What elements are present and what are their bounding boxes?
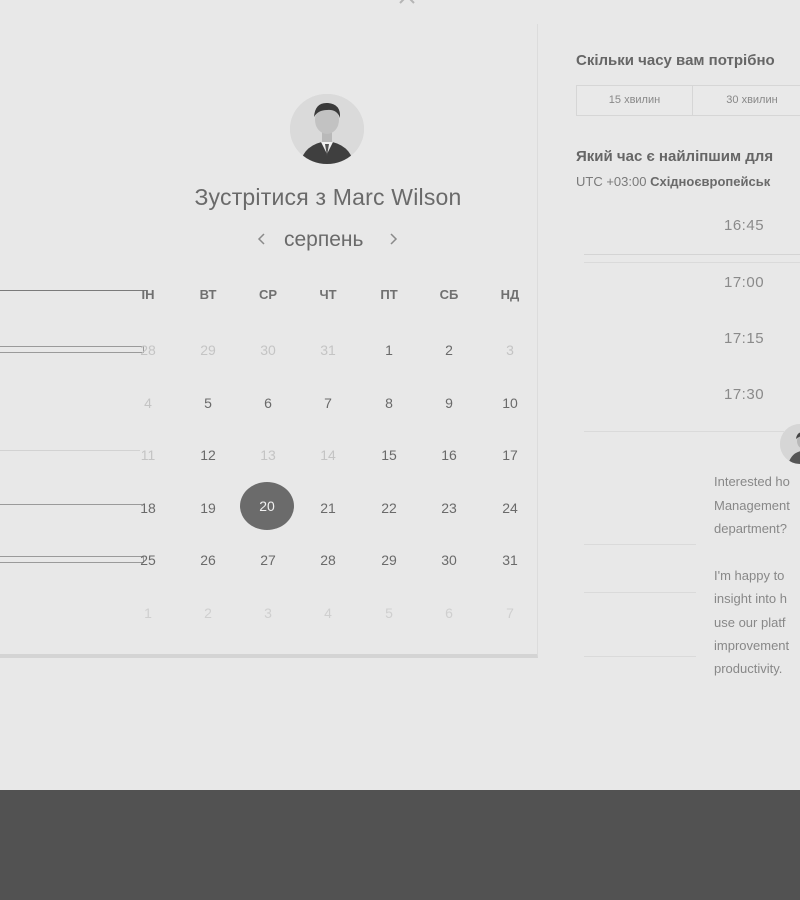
sidebar-divider — [0, 290, 146, 291]
time-slot-label: 16:45 — [724, 217, 765, 234]
duration-title: Скільки часу вам потрібно — [576, 52, 775, 69]
calendar-day: 14 — [320, 447, 336, 463]
calendar-day[interactable]: 29 — [369, 552, 409, 568]
chat-avatar-icon[interactable] — [780, 424, 800, 464]
chat-message-line: Management — [714, 498, 790, 513]
calendar-day[interactable]: 28 — [308, 552, 348, 568]
time-slot-label: 17:30 — [724, 386, 765, 403]
chat-message-line: productivity. — [714, 661, 783, 676]
time-slot-label: 17:15 — [724, 330, 765, 347]
chat-message-line: use our platf — [714, 615, 786, 630]
calendar-day[interactable]: 30 — [429, 552, 469, 568]
tab-15-min[interactable]: 15 хвилин — [577, 86, 693, 115]
calendar-day[interactable]: 26 — [188, 552, 228, 568]
calendar-day: 1 — [144, 605, 152, 621]
month-label: серпень — [284, 228, 364, 251]
sidebar-divider — [0, 504, 142, 505]
duration-tabs: 15 хвилин 30 хвилин — [576, 85, 800, 116]
slot-divider — [584, 544, 696, 545]
chat-message-line: improvement — [714, 638, 790, 653]
calendar-day: 2 — [204, 605, 212, 621]
calendar-day-selected[interactable]: 20 — [247, 498, 287, 514]
calendar-day[interactable]: 5 — [188, 395, 228, 411]
chevron-up-icon — [399, 0, 415, 4]
calendar-day: 5 — [385, 605, 393, 621]
calendar-day[interactable]: 15 — [369, 447, 409, 463]
weekday-sun: НД — [500, 287, 520, 302]
calendar-day[interactable]: 7 — [308, 395, 348, 411]
chat-message-line: department? — [714, 521, 787, 536]
calendar-day: 30 — [260, 342, 276, 358]
calendar-day[interactable]: 23 — [429, 500, 469, 516]
calendar-day: 6 — [445, 605, 453, 621]
chevron-right-icon[interactable] — [387, 229, 401, 249]
calendar-day[interactable]: 16 — [429, 447, 469, 463]
calendar-day: 28 — [140, 342, 156, 358]
timezone-offset: UTC +03:00 — [576, 174, 647, 189]
time-slot[interactable]: 17:15 — [584, 316, 800, 368]
calendar-day[interactable]: 1 — [369, 342, 409, 358]
slot-divider — [584, 431, 784, 432]
calendar-day[interactable]: 10 — [490, 395, 530, 411]
person-avatar-icon — [290, 94, 364, 164]
calendar-day[interactable]: 8 — [369, 395, 409, 411]
calendar-day[interactable]: 6 — [248, 395, 288, 411]
page-footer-band — [0, 790, 800, 900]
chat-message-line: Interested ho — [714, 474, 790, 489]
month-navigation: серпень — [250, 228, 410, 254]
time-title: Який час є найліпшим для — [576, 148, 774, 165]
page-root: Зустрітися з Marc Wilson серпень ІН ВТ С… — [0, 0, 800, 790]
calendar-day: 3 — [264, 605, 272, 621]
calendar-day: 4 — [324, 605, 332, 621]
calendar-day: 29 — [200, 342, 216, 358]
calendar-day: 4 — [144, 395, 152, 411]
slot-divider — [584, 656, 696, 657]
time-slot[interactable]: 17:00 — [584, 260, 800, 312]
sidebar-divider — [0, 450, 140, 451]
calendar-day[interactable]: 18 — [128, 500, 168, 516]
timezone-name: Східноєвропейськ — [650, 174, 771, 189]
calendar-day[interactable]: 21 — [308, 500, 348, 516]
weekday-thu: ЧТ — [319, 287, 337, 302]
weekday-fri: ПТ — [380, 287, 398, 302]
time-slot[interactable]: 17:30 — [584, 372, 800, 424]
calendar-day[interactable]: 9 — [429, 395, 469, 411]
calendar-day[interactable]: 12 — [188, 447, 228, 463]
calendar-day[interactable]: 27 — [248, 552, 288, 568]
calendar-day[interactable]: 31 — [490, 552, 530, 568]
calendar-day[interactable]: 17 — [490, 447, 530, 463]
calendar-day[interactable]: 25 — [128, 552, 168, 568]
time-slot[interactable]: 16:45 — [584, 203, 800, 255]
chevron-left-icon[interactable] — [254, 229, 268, 249]
calendar-day: 11 — [140, 447, 156, 463]
calendar-day[interactable]: 19 — [188, 500, 228, 516]
weekday-mon: ІН — [141, 287, 155, 302]
calendar-day: 31 — [320, 342, 336, 358]
time-slot-label: 17:00 — [724, 274, 765, 291]
calendar-day: 13 — [260, 447, 276, 463]
weekday-tue: ВТ — [199, 287, 217, 302]
calendar-day: 3 — [506, 342, 514, 358]
weekday-wed: СР — [258, 287, 278, 302]
sidebar-progress-bar — [0, 346, 144, 353]
sidebar-progress-bar — [0, 556, 144, 563]
calendar-day[interactable]: 24 — [490, 500, 530, 516]
calendar-day[interactable]: 22 — [369, 500, 409, 516]
calendar-day[interactable]: 2 — [429, 342, 469, 358]
slot-divider — [584, 592, 696, 593]
calendar-day: 7 — [506, 605, 514, 621]
time-selection-panel: Скільки часу вам потрібно 15 хвилин 30 х… — [540, 0, 800, 790]
weekday-sat: СБ — [439, 287, 459, 302]
timezone-label[interactable]: UTC +03:00 Східноєвропейськ — [576, 174, 770, 189]
chat-message-line: I'm happy to — [714, 568, 785, 583]
tab-30-min[interactable]: 30 хвилин — [694, 86, 800, 115]
chat-message-line: insight into h — [714, 591, 787, 606]
